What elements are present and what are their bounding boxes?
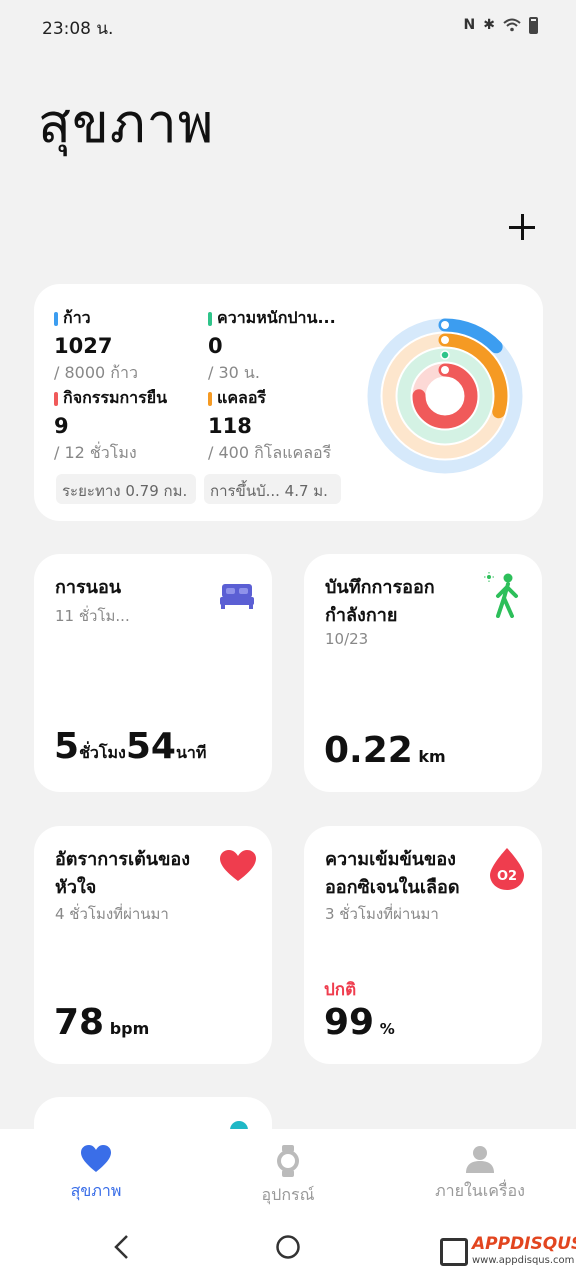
calories-value: 118: [208, 414, 252, 438]
oxygen-status: ปกติ: [324, 980, 357, 1000]
exercise-title: บันทึกการออก กำลังกาย: [325, 574, 485, 630]
person-icon: [466, 1146, 494, 1173]
intensity-metric: ความหนักปาน... 0 / 30 น.: [208, 306, 368, 386]
standing-value: 9: [54, 414, 69, 438]
oxygen-percent: 99: [324, 1002, 375, 1043]
intensity-ring-icon: [440, 350, 450, 360]
intensity-label: ความหนักปาน...: [217, 308, 336, 327]
blood-oxygen-card[interactable]: ความเข้มข้นของ ออกซิเจนในเลือด 3 ชั่วโมง…: [304, 826, 542, 1064]
sleep-minutes-unit: นาที: [175, 743, 207, 762]
calories-ring-icon: [441, 336, 449, 344]
steps-goal: / 8000 ก้าว: [54, 363, 138, 382]
standing-metric: กิจกรรมการยืน 9 / 12 ชั่วโมง: [54, 386, 204, 466]
watermark-logo: APPDISQUS www.appdisqus.com: [436, 1230, 576, 1272]
sleep-card[interactable]: การนอน 11 ชั่วโม... 5ชั่วโมง54นาที: [34, 554, 272, 792]
nfc-icon: N: [463, 17, 476, 33]
oxygen-title-line2: ออกซิเจนในเลือด: [325, 877, 460, 898]
heart-value: 78 bpm: [54, 1002, 149, 1043]
distance-chip: ระยะทาง 0.79 กม.: [56, 474, 196, 504]
sleep-subtitle: 11 ชั่วโม...: [55, 607, 130, 625]
intensity-goal: / 30 น.: [208, 363, 260, 382]
exercise-value: 0.22 km: [324, 730, 446, 771]
oxygen-title-line1: ความเข้มข้นของ: [325, 849, 456, 870]
oxygen-icon-text: O2: [497, 869, 517, 884]
nav-profile-label: ภายในเครื่อง: [435, 1181, 525, 1200]
heart-subtitle: 4 ชั่วโมงที่ผ่านมา: [55, 905, 169, 923]
watermark-url: www.appdisqus.com: [472, 1255, 575, 1266]
calories-color-bar: [208, 391, 212, 406]
steps-metric: ก้าว 1027 / 8000 ก้าว: [54, 306, 204, 386]
intensity-value: 0: [208, 334, 223, 358]
bluetooth-icon: ✱: [483, 17, 495, 33]
oxygen-title: ความเข้มข้นของ ออกซิเจนในเลือด: [325, 846, 490, 902]
add-button[interactable]: [505, 210, 539, 244]
intensity-color-bar: [208, 311, 212, 326]
home-icon[interactable]: [275, 1234, 301, 1260]
status-bar: 23:08 น. N ✱: [0, 0, 576, 52]
exercise-title-line1: บันทึกการออก: [325, 577, 435, 598]
nav-health-label: สุขภาพ: [70, 1181, 122, 1200]
wifi-icon: [503, 18, 521, 32]
heart-bpm: 78: [54, 1002, 105, 1043]
activity-rings-svg: [367, 318, 523, 474]
exercise-date: 10/23: [325, 630, 369, 648]
blood-drop-icon: O2: [490, 848, 524, 890]
heart-icon: [220, 850, 256, 881]
heart-rate-card[interactable]: อัตราการเต้นของ หัวใจ 4 ชั่วโมงที่ผ่านมา…: [34, 826, 272, 1064]
status-time: 23:08 น.: [42, 19, 114, 39]
sleep-duration: 5ชั่วโมง54นาที: [54, 726, 206, 767]
calories-metric: แคลอรี 118 / 400 กิโลแคลอรี: [208, 386, 368, 466]
steps-value: 1027: [54, 334, 113, 358]
steps-color-bar: [54, 311, 58, 326]
oxygen-subtitle: 3 ชั่วโมงที่ผ่านมา: [325, 905, 439, 923]
sleep-hours: 5: [54, 726, 80, 767]
nav-devices[interactable]: อุปกรณ์: [192, 1145, 384, 1208]
sleep-title: การนอน: [55, 577, 122, 598]
calories-goal: / 400 กิโลแคลอรี: [208, 443, 332, 462]
exercise-card[interactable]: บันทึกการออก กำลังกาย 10/23 0.22 km: [304, 554, 542, 792]
heart-title-line1: อัตราการเต้นของ: [55, 849, 190, 870]
sleep-minutes: 54: [125, 726, 176, 767]
oxygen-value: 99 %: [324, 1002, 395, 1043]
sleep-hours-unit: ชั่วโมง: [79, 743, 126, 762]
standing-color-bar: [54, 391, 58, 406]
exercise-title-line2: กำลังกาย: [325, 605, 398, 626]
heart-title: อัตราการเต้นของ หัวใจ: [55, 846, 225, 902]
activity-card[interactable]: ก้าว 1027 / 8000 ก้าว ความหนักปาน... 0 /…: [34, 284, 543, 521]
watch-icon: [277, 1145, 299, 1177]
health-heart-icon: [81, 1145, 111, 1172]
oxygen-unit: %: [379, 1020, 395, 1038]
calories-label: แคลอรี: [217, 388, 267, 407]
heart-title-line2: หัวใจ: [55, 877, 97, 898]
activity-rings: [366, 317, 524, 475]
standing-ring-icon: [441, 366, 449, 374]
watermark-icon: [440, 1238, 468, 1266]
page-title: สุขภาพ: [38, 92, 215, 155]
bed-icon: [220, 584, 254, 609]
exercise-unit: km: [418, 747, 446, 766]
steps-ring-icon: [441, 321, 449, 329]
back-icon[interactable]: [112, 1234, 132, 1260]
status-icons: N ✱: [464, 16, 538, 34]
nav-health[interactable]: สุขภาพ: [0, 1145, 192, 1204]
standing-goal: / 12 ชั่วโมง: [54, 443, 137, 462]
floors-chip: การขึ้นบั... 4.7 ม.: [204, 474, 341, 504]
steps-label: ก้าว: [63, 308, 91, 327]
watermark-brand: APPDISQUS: [472, 1234, 576, 1254]
exercise-distance: 0.22: [324, 730, 413, 771]
nav-profile[interactable]: ภายในเครื่อง: [384, 1145, 576, 1204]
nav-devices-label: อุปกรณ์: [261, 1185, 315, 1204]
battery-icon: [529, 16, 538, 34]
walking-icon: [484, 572, 518, 618]
heart-unit: bpm: [109, 1019, 150, 1038]
standing-label: กิจกรรมการยืน: [63, 388, 168, 407]
